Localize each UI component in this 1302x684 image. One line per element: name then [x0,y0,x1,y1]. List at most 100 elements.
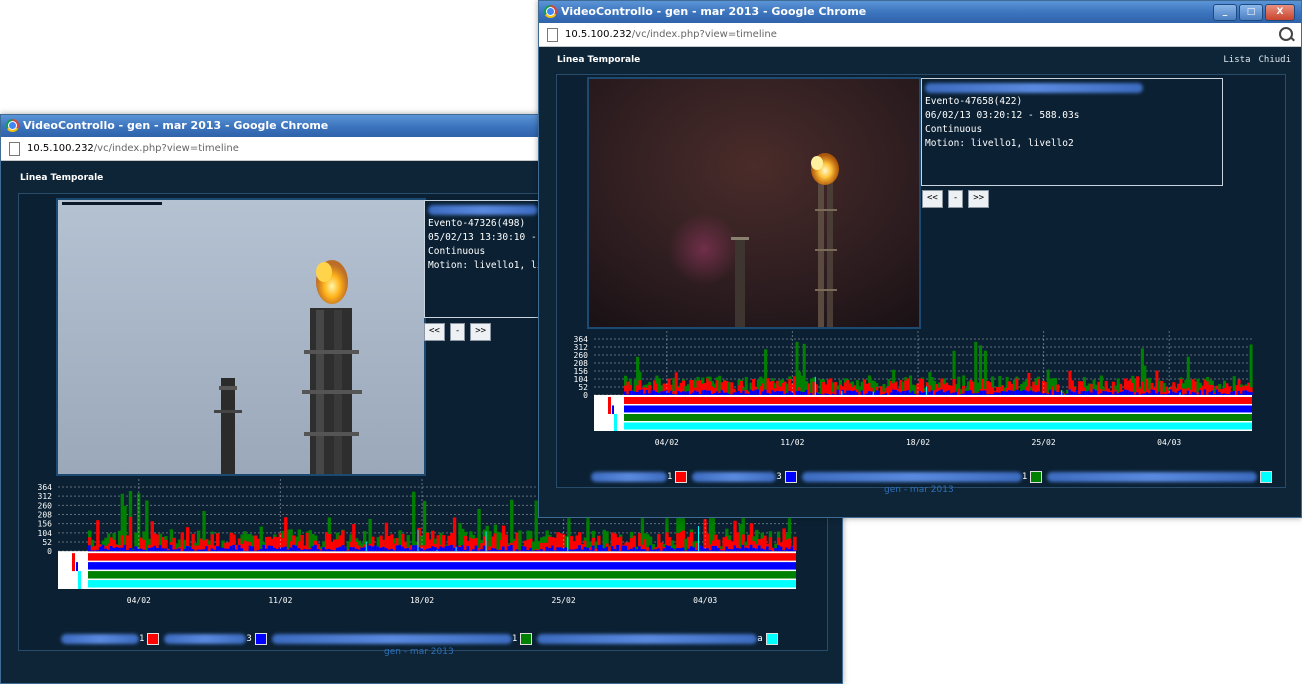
lane-mark [608,396,611,414]
window-title: VideoControllo - gen - mar 2013 - Google… [561,5,867,18]
chart-svg: 36431226020815610452004/02 11/02 18/02 25/0… [574,331,1253,447]
browser-window-front: VideoControllo - gen - mar 2013 - Google… [538,0,1302,518]
url-host: 10.5.100.232 [565,29,632,40]
legend-swatch-cyan [1260,471,1273,483]
legend-swatch-green [520,633,533,645]
bar-cyan [436,549,438,552]
legend-label-redacted [61,634,139,644]
legend-label-redacted [164,634,247,644]
search-icon[interactable] [1279,27,1293,41]
legend-label-redacted [591,472,667,482]
y-tick-label: 52 [42,538,52,547]
list-link[interactable]: Lista [1223,55,1250,65]
lane-band [624,413,1252,421]
legend-label-redacted [1047,472,1258,482]
chrome-icon [544,5,557,18]
lane-gap [58,571,88,579]
url-host: 10.5.100.232 [27,143,94,154]
lane-mark [76,562,78,572]
bar-cyan [841,390,843,395]
address-bar[interactable]: 10.5.100.232/vc/index.php?view=timeline [539,23,1301,47]
event-motion: Motion: livello1, livello [428,260,548,271]
x-tick-label: 25/02 [552,596,576,605]
url-path: /vc/index.php?view=timeline [631,29,777,40]
event-datetime: 05/02/13 13:30:10 - 6 [428,232,549,243]
prev-event-button[interactable]: << [424,323,445,341]
bar-cyan [872,391,874,395]
legend-label-redacted [271,634,512,644]
url-text[interactable]: 10.5.100.232/vc/index.php?view=timeline [565,23,777,46]
lane-gap [58,580,88,588]
legend-suffix: 1 [1021,472,1028,482]
bar-cyan [455,546,457,552]
y-tick-label: 364 [38,483,53,492]
x-tick-label: 04/03 [1157,438,1181,447]
x-tick-label: 18/02 [410,596,434,605]
top-links: Lista Chiudi [1223,55,1291,65]
event-mode: Continuous [428,246,486,257]
chart-legend: 1 3 1 [591,471,1277,483]
event-info-box: Evento-47658(422) 06/02/13 03:20:12 - 58… [921,78,1223,186]
bar-red [128,516,133,552]
close-link[interactable]: Chiudi [1258,55,1291,65]
y-tick-label: 260 [38,501,53,510]
legend-swatch-blue [254,633,267,645]
bar-cyan [567,536,569,552]
close-button[interactable]: X [1265,4,1295,21]
x-tick-label: 04/02 [655,438,679,447]
event-motion: Motion: livello1, livello2 [925,138,1074,149]
window-title: VideoControllo - gen - mar 2013 - Google… [23,119,329,132]
maximize-button[interactable]: □ [1239,4,1263,21]
stop-button[interactable]: - [947,190,964,208]
y-tick-label: 156 [38,520,53,529]
lane-band [624,396,1252,404]
window-controls: _ □ X [1213,4,1295,21]
event-info-box: Evento-47326(498) 05/02/13 13:30:10 - 6 … [424,200,549,318]
next-event-button[interactable]: >> [470,323,492,341]
page-title: Linea Temporale [20,173,104,183]
next-event-button[interactable]: >> [968,190,990,208]
lane-band [88,562,796,570]
x-tick-label: 04/03 [693,596,717,605]
legend-swatch-cyan [765,633,778,645]
chart-legend: 1 3 1 a [61,633,783,645]
event-id: Evento-47658(422) [925,96,1023,107]
prev-event-button[interactable]: << [922,190,943,208]
lane-mark [614,413,617,431]
event-datetime: 06/02/13 03:20:12 - 588.03s [925,110,1080,121]
video-frame[interactable] [56,198,426,476]
minimize-button[interactable]: _ [1213,4,1237,21]
bar-red [793,536,797,552]
x-tick-label: 18/02 [906,438,930,447]
page-title: Linea Temporale [557,55,641,65]
stop-button[interactable]: - [449,323,466,341]
x-tick-label: 04/02 [127,596,151,605]
video-image [58,200,424,474]
chrome-icon [6,119,19,132]
lane-gap [594,422,624,430]
event-nav: << - >> [922,190,990,208]
bar-cyan [485,531,487,552]
legend-swatch-red [675,471,688,483]
lane-band [88,580,796,588]
lane-mark [612,405,614,414]
legend-label-redacted [801,472,1022,482]
legend-suffix: 3 [246,634,252,644]
legend-swatch-green [1030,471,1043,483]
bar-blue [793,550,797,552]
video-frame[interactable] [587,77,921,329]
url-text[interactable]: 10.5.100.232/vc/index.php?view=timeline [27,137,239,160]
legend-suffix: 1 [667,472,673,482]
legend-label-redacted [537,634,758,644]
legend-swatch-blue [784,471,797,483]
lane-band [88,571,796,579]
window-titlebar[interactable]: VideoControllo - gen - mar 2013 - Google… [539,1,1301,23]
event-nav: << - >> [424,323,492,341]
x-tick-label: 25/02 [1032,438,1056,447]
lane-band [624,422,1252,430]
x-tick-label: 11/02 [268,596,292,605]
timeline-chart[interactable]: 364 312 260 208 156 104 52 0 04/02 11/02 18/02 25/0… [554,329,1254,469]
legend-suffix: 3 [776,472,782,482]
page-icon [547,28,558,42]
lane-mark [78,571,81,589]
